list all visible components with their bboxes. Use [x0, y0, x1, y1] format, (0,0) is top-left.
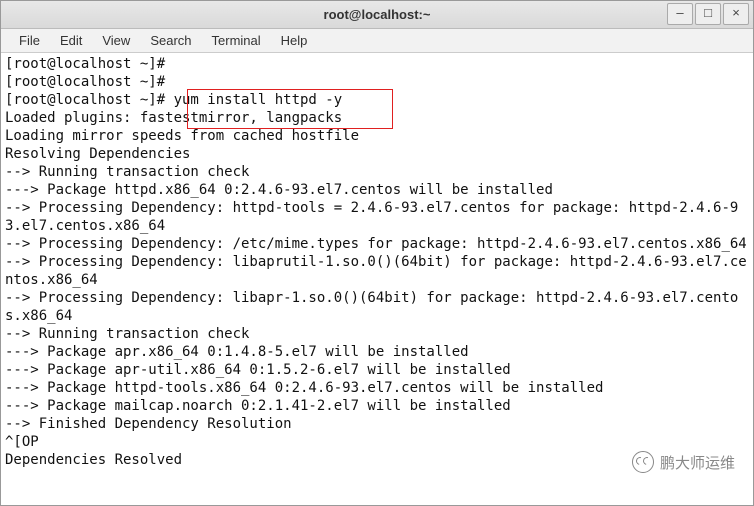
terminal-line: --> Processing Dependency: /etc/mime.typ…: [5, 235, 749, 253]
menu-terminal[interactable]: Terminal: [202, 30, 271, 51]
menu-edit[interactable]: Edit: [50, 30, 92, 51]
terminal-line: [root@localhost ~]#: [5, 73, 749, 91]
terminal-line: --> Processing Dependency: libaprutil-1.…: [5, 253, 749, 289]
terminal-line: ---> Package apr.x86_64 0:1.4.8-5.el7 wi…: [5, 343, 749, 361]
watermark-text: 鹏大师运维: [660, 452, 735, 473]
terminal-line: [root@localhost ~]#: [5, 55, 749, 73]
menu-file[interactable]: File: [9, 30, 50, 51]
terminal-line: --> Processing Dependency: libapr-1.so.0…: [5, 289, 749, 325]
terminal-line: --> Finished Dependency Resolution: [5, 415, 749, 433]
terminal-output[interactable]: [root@localhost ~]#[root@localhost ~]#[r…: [1, 53, 753, 471]
window-controls: – □ ×: [667, 3, 749, 25]
maximize-button[interactable]: □: [695, 3, 721, 25]
terminal-line: ---> Package httpd-tools.x86_64 0:2.4.6-…: [5, 379, 749, 397]
terminal-line: --> Running transaction check: [5, 325, 749, 343]
window-title: root@localhost:~: [1, 7, 753, 22]
terminal-line: ^[OP: [5, 433, 749, 451]
terminal-line: ---> Package apr-util.x86_64 0:1.5.2-6.e…: [5, 361, 749, 379]
wechat-icon: [632, 451, 654, 473]
watermark: 鹏大师运维: [632, 451, 735, 473]
minimize-button[interactable]: –: [667, 3, 693, 25]
terminal-line: ---> Package httpd.x86_64 0:2.4.6-93.el7…: [5, 181, 749, 199]
menu-search[interactable]: Search: [140, 30, 201, 51]
titlebar: root@localhost:~ – □ ×: [1, 1, 753, 29]
terminal-line: Loaded plugins: fastestmirror, langpacks: [5, 109, 749, 127]
terminal-line: Loading mirror speeds from cached hostfi…: [5, 127, 749, 145]
menu-help[interactable]: Help: [271, 30, 318, 51]
terminal-line: --> Processing Dependency: httpd-tools =…: [5, 199, 749, 235]
terminal-line: ---> Package mailcap.noarch 0:2.1.41-2.e…: [5, 397, 749, 415]
terminal-line: --> Running transaction check: [5, 163, 749, 181]
terminal-line: [root@localhost ~]# yum install httpd -y: [5, 91, 749, 109]
close-button[interactable]: ×: [723, 3, 749, 25]
menu-view[interactable]: View: [92, 30, 140, 51]
terminal-line: Resolving Dependencies: [5, 145, 749, 163]
menubar: File Edit View Search Terminal Help: [1, 29, 753, 53]
